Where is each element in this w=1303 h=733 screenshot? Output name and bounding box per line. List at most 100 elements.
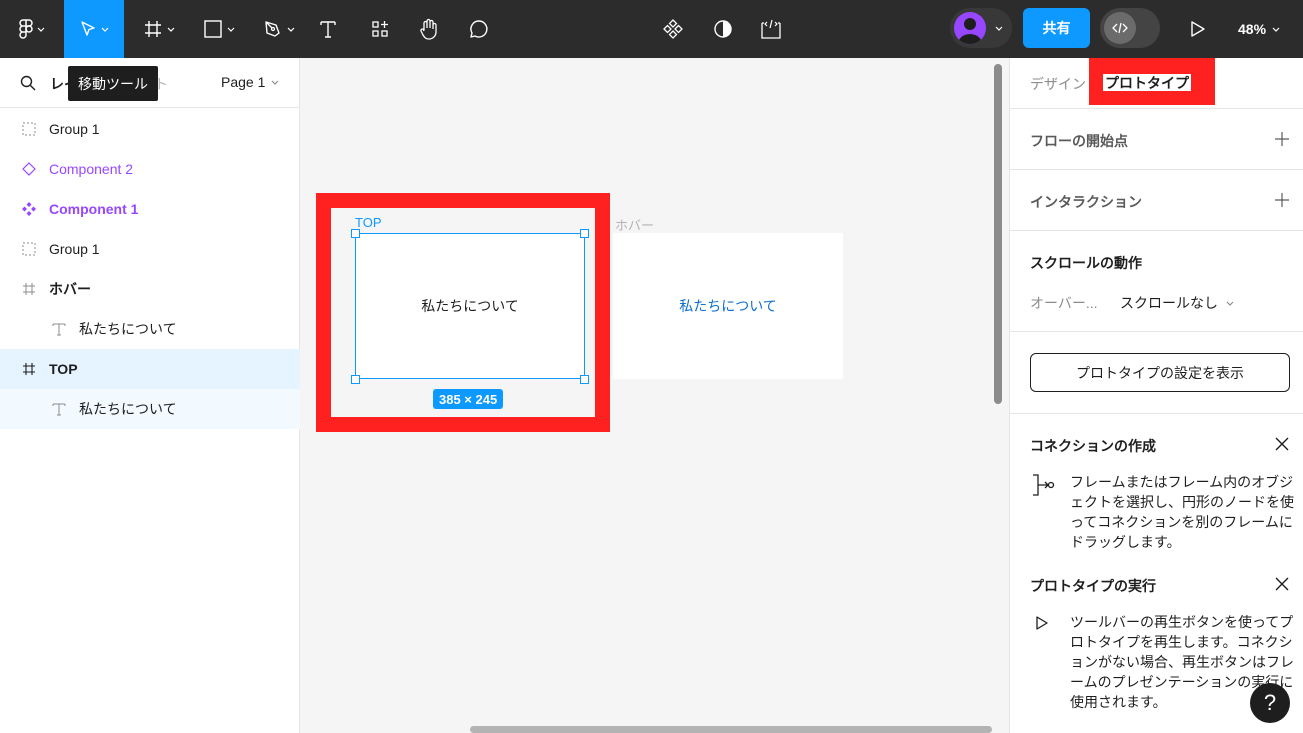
frame-top-text[interactable]: 私たちについて (421, 296, 519, 316)
contrast-icon (714, 20, 732, 38)
user-icon (958, 18, 982, 44)
play-icon (1191, 21, 1205, 37)
dev-mode-knob (1104, 12, 1136, 44)
flow-start-title: フローの開始点 (1030, 133, 1128, 149)
text-icon (320, 21, 336, 38)
toolbar: 共有 48% (0, 0, 1303, 58)
component-icon (663, 19, 683, 39)
layer-component-2[interactable]: Component 2 (0, 149, 300, 189)
settings-section: プロトタイプの設定を表示 (1010, 331, 1303, 413)
avatar (954, 12, 986, 44)
figma-logo-icon (19, 19, 33, 39)
tab-prototype[interactable]: プロトタイプ (1103, 74, 1191, 91)
chevron-down-icon (287, 27, 295, 32)
tab-design[interactable]: デザイン (1030, 74, 1086, 94)
layer-frame-top[interactable]: TOP (0, 349, 300, 389)
chevron-down-icon (1272, 27, 1280, 32)
interaction-title: インタラクション (1030, 194, 1142, 210)
properties-panel: デザイン プロトタイプ フローの開始点 インタラクション スクロールの動作 オー… (1009, 58, 1303, 733)
text-icon (51, 321, 67, 337)
layer-group-1b[interactable]: Group 1 (0, 229, 300, 269)
main-menu-button[interactable] (10, 0, 54, 58)
resize-handle-br[interactable] (580, 375, 589, 384)
chevron-down-icon (1226, 301, 1234, 306)
component-icon (21, 201, 37, 217)
layer-group-1[interactable]: Group 1 (0, 109, 300, 149)
help-button[interactable]: ? (1250, 683, 1290, 723)
zoom-menu[interactable]: 48% (1238, 0, 1280, 58)
overflow-select[interactable]: スクロールなし (1120, 293, 1234, 313)
frame-top[interactable]: 私たちについて (355, 233, 585, 379)
page-selector[interactable]: Page 1 (221, 74, 279, 90)
close-icon[interactable] (1274, 436, 1290, 452)
pen-tool-button[interactable] (256, 0, 302, 58)
frame-hover[interactable]: 私たちについて (613, 233, 843, 379)
horizontal-scrollbar[interactable] (470, 726, 992, 733)
vertical-scrollbar[interactable] (994, 64, 1002, 404)
chevron-down-icon (271, 80, 279, 85)
resize-handle-bl[interactable] (351, 375, 360, 384)
components-button[interactable] (658, 0, 688, 58)
layer-label: Group 1 (49, 121, 100, 137)
prototype-settings-button[interactable]: プロトタイプの設定を表示 (1030, 353, 1290, 392)
layer-text-top[interactable]: 私たちについて (0, 389, 300, 429)
scroll-behavior-section: スクロールの動作 オーバー... スクロールなし (1010, 230, 1303, 331)
resize-handle-tr[interactable] (580, 229, 589, 238)
present-button[interactable] (1186, 0, 1210, 58)
text-tool-button[interactable] (314, 0, 342, 58)
cursor-icon (81, 21, 95, 36)
play-icon (1036, 616, 1048, 630)
frame-label-top[interactable]: TOP (355, 215, 382, 230)
layer-label: Component 2 (49, 161, 134, 177)
resize-handle-tl[interactable] (351, 229, 360, 238)
comment-tool-button[interactable] (464, 0, 494, 58)
dev-handoff-button[interactable] (756, 0, 786, 58)
hand-tool-button[interactable] (414, 0, 444, 58)
size-badge: 385 × 245 (433, 389, 504, 409)
chevron-down-icon (995, 26, 1003, 31)
rectangle-icon (204, 20, 222, 38)
run-title: プロトタイプの実行 (1030, 578, 1156, 594)
flow-start-section: フローの開始点 (1010, 108, 1303, 169)
overflow-label: オーバー... (1030, 295, 1098, 311)
layer-component-1[interactable]: Component 1 (0, 189, 300, 229)
zoom-level: 48% (1238, 21, 1267, 37)
resources-button[interactable] (366, 0, 394, 58)
chevron-down-icon (37, 27, 45, 32)
hand-icon (420, 18, 437, 40)
pen-icon (265, 21, 280, 37)
search-icon[interactable] (20, 75, 36, 91)
scroll-behavior-title: スクロールの動作 (1030, 255, 1142, 271)
shape-tool-button[interactable] (196, 0, 242, 58)
plus-icon[interactable] (1274, 131, 1290, 147)
plus-icon[interactable] (1274, 192, 1290, 208)
layer-label: TOP (49, 361, 78, 377)
tooltip-move-tool: 移動ツール (68, 66, 158, 101)
contrast-button[interactable] (708, 0, 738, 58)
connection-description: フレームまたはフレーム内のオブジェクトを選択し、円形のノードを使ってコネクション… (1070, 474, 1294, 550)
frame-label-hover[interactable]: ホバー (615, 215, 654, 234)
close-icon[interactable] (1274, 576, 1290, 592)
layer-text-hover[interactable]: 私たちについて (0, 309, 300, 349)
chevron-down-icon (227, 27, 235, 32)
comment-icon (470, 20, 488, 38)
layer-label: 私たちについて (79, 401, 177, 417)
connection-title: コネクションの作成 (1030, 438, 1156, 454)
layer-label: ホバー (49, 281, 91, 297)
frame-tool-button[interactable] (136, 0, 182, 58)
layer-frame-hover[interactable]: ホバー (0, 269, 300, 309)
frame-hover-text[interactable]: 私たちについて (679, 296, 777, 316)
layer-label: Group 1 (49, 241, 100, 257)
dev-mode-toggle[interactable] (1100, 8, 1160, 48)
chevron-down-icon (101, 27, 109, 32)
group-icon (21, 121, 37, 137)
component-instance-icon (21, 161, 37, 177)
user-menu-button[interactable] (950, 8, 1012, 48)
code-frame-icon (761, 19, 781, 39)
move-tool-button[interactable] (64, 0, 124, 58)
code-icon (1112, 22, 1128, 34)
share-button[interactable]: 共有 (1023, 8, 1090, 48)
layers-panel: レイ ット Page 1 Group 1 Component 2 Compone… (0, 58, 300, 733)
frame-icon (21, 361, 37, 377)
text-icon (51, 401, 67, 417)
